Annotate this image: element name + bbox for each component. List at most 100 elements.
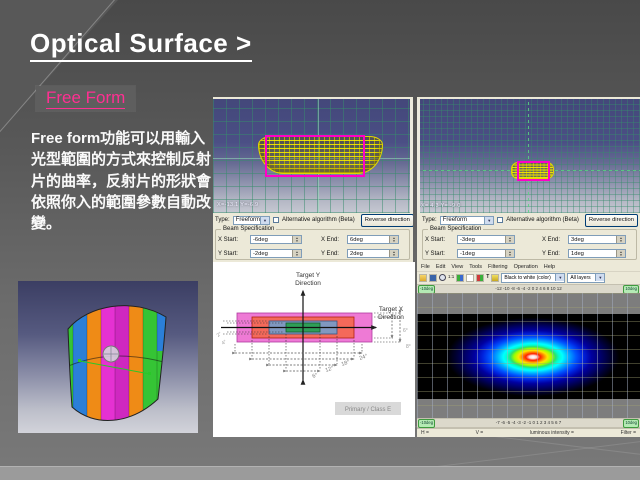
spinner-icon[interactable] xyxy=(505,250,514,257)
x-end-value: 3deg xyxy=(569,237,616,243)
save-icon[interactable] xyxy=(429,274,437,282)
beam-specification-title: Beam Specification xyxy=(428,226,483,232)
status-v: V = xyxy=(476,430,484,436)
spinner-icon[interactable] xyxy=(292,250,301,257)
range-chip-bottom-left: -10deg xyxy=(418,419,435,428)
palette-icon[interactable] xyxy=(476,274,484,282)
beam-specification-title: Beam Specification xyxy=(221,226,276,232)
freeform-panel-left: Type: Freeform Alternative algorithm (Be… xyxy=(213,213,413,262)
spinner-icon[interactable] xyxy=(616,250,625,257)
y-end-field[interactable]: 2deg xyxy=(347,249,399,258)
y-start-label: Y Start: xyxy=(218,251,250,257)
chevron-down-icon xyxy=(260,217,269,224)
class-button-label: Primary / Class E xyxy=(345,407,391,413)
freeform-tag-label: Free Form xyxy=(46,88,125,109)
menu-help[interactable]: Help xyxy=(544,264,555,270)
x-start-field[interactable]: -6deg xyxy=(250,235,302,244)
menu-filtering[interactable]: Filtering xyxy=(488,264,508,270)
range-chip-bottom-right: 10deg xyxy=(623,419,639,428)
colormap-dropdown[interactable]: Black to white (color) xyxy=(501,273,565,283)
freeform-panel-right: Type: Freeform Alternative algorithm (Be… xyxy=(417,213,640,262)
ruler-ticks-top: -12 -10 -8 -6 -4 -2 0 2 4 6 8 10 12 xyxy=(437,285,620,293)
slide-title: Optical Surface > xyxy=(30,28,252,62)
open-icon[interactable] xyxy=(419,274,427,282)
y-start-field[interactable]: -2deg xyxy=(250,249,302,258)
freeform-viewer-left: X=-13.1 Y=-6.9 Type: Freeform Alternativ… xyxy=(213,97,413,262)
dim-right-6deg-label: 6° xyxy=(403,328,408,334)
viewport-canvas-left[interactable]: X=-13.1 Y=-6.9 xyxy=(213,99,413,213)
menu-edit[interactable]: Edit xyxy=(436,264,445,270)
y-end-value: 2deg xyxy=(348,251,389,257)
toolbar: 1:1 T Black to white (color) All layers xyxy=(417,271,640,284)
dim-right-8deg-label: 8° xyxy=(406,344,411,350)
status-luminous-intensity: luminous intensity = xyxy=(530,430,574,436)
alternative-algorithm-label: Alternative algorithm (Beta) xyxy=(506,217,579,223)
menu-tools[interactable]: Tools xyxy=(469,264,482,270)
plot-grid-overlay xyxy=(417,293,640,420)
text-tool-icon[interactable]: T xyxy=(486,274,489,282)
menu-view[interactable]: View xyxy=(451,264,463,270)
dim-left-4deg-label: 4° xyxy=(221,339,228,347)
x-end-field[interactable]: 3deg xyxy=(568,235,626,244)
spinner-icon[interactable] xyxy=(292,236,301,243)
scrollbar[interactable] xyxy=(410,99,413,213)
presentation-slide: Optical Surface > Free Form Free form功能可… xyxy=(0,0,640,480)
reverse-direction-button[interactable]: Reverse direction xyxy=(361,214,413,227)
status-h: H = xyxy=(421,430,429,436)
surface-patch-view xyxy=(18,281,198,433)
selection-frame xyxy=(517,161,550,181)
x-start-field[interactable]: -3deg xyxy=(457,235,515,244)
layers-icon[interactable] xyxy=(456,274,464,282)
y-end-field[interactable]: 1deg xyxy=(568,249,626,258)
chevron-down-icon xyxy=(555,274,564,281)
cursor-coords-readout: X= 4.3 Y= -9.0 xyxy=(421,203,461,209)
menu-file[interactable]: File xyxy=(421,264,430,270)
y-start-value: -2deg xyxy=(251,251,292,257)
alternative-algorithm-checkbox[interactable] xyxy=(497,217,503,223)
reverse-direction-button[interactable]: Reverse direction xyxy=(585,214,638,227)
alternative-algorithm-checkbox[interactable] xyxy=(273,217,279,223)
intensity-plot-canvas[interactable] xyxy=(417,293,640,420)
beam-specification-group: Beam Specification X Start: -3deg X End:… xyxy=(422,229,637,260)
freeform-tag: Free Form xyxy=(36,86,135,111)
copy-icon[interactable] xyxy=(466,274,474,282)
menu-operation[interactable]: Operation xyxy=(514,264,538,270)
spinner-icon[interactable] xyxy=(389,250,398,257)
target-y-label-line2: Direction xyxy=(295,280,321,287)
cursor-coords-readout: X=-13.1 Y=-6.9 xyxy=(217,202,258,208)
y-start-label: Y Start: xyxy=(425,251,457,257)
x-end-value: 6deg xyxy=(348,237,389,243)
type-dropdown[interactable]: Freeform xyxy=(233,216,270,225)
type-dropdown-value: Freeform xyxy=(443,217,467,223)
type-dropdown[interactable]: Freeform xyxy=(440,216,495,225)
y-end-label: Y End: xyxy=(321,251,347,257)
x-start-label: X Start: xyxy=(218,237,250,243)
y-end-value: 1deg xyxy=(569,251,616,257)
key-icon[interactable] xyxy=(491,274,499,282)
x-end-field[interactable]: 6deg xyxy=(347,235,399,244)
x-start-value: -3deg xyxy=(458,237,505,243)
dim-6deg-label: 6° xyxy=(312,372,319,379)
target-x-label-line1: Target X xyxy=(379,306,404,313)
spinner-icon[interactable] xyxy=(616,236,625,243)
status-filter: Filter = xyxy=(621,430,636,436)
ruler-ticks-bottom: -7 -6 -5 -4 -3 -2 -1 0 1 2 3 4 5 6 7 xyxy=(437,419,620,427)
scrollbar[interactable] xyxy=(417,99,420,213)
alternative-algorithm-label: Alternative algorithm (Beta) xyxy=(282,217,355,223)
surface-patch-graphic xyxy=(18,281,198,433)
viewport-canvas-right[interactable]: X= 4.3 Y= -9.0 xyxy=(417,99,640,213)
target-direction-diagram: Target Y Direction Target X Direction xyxy=(213,262,415,437)
target-y-label-line1: Target Y xyxy=(296,272,321,279)
y-start-field[interactable]: -1deg xyxy=(457,249,515,258)
type-dropdown-value: Freeform xyxy=(236,217,260,223)
target-diagram-graphic: Target Y Direction Target X Direction xyxy=(213,262,415,437)
zoom-icon[interactable] xyxy=(439,274,446,281)
x-end-label: X End: xyxy=(542,237,568,243)
type-label: Type: xyxy=(215,217,230,223)
status-bar: H = V = luminous intensity = Filter = xyxy=(417,428,640,437)
spinner-icon[interactable] xyxy=(389,236,398,243)
spinner-icon[interactable] xyxy=(505,236,514,243)
dim-left-2deg-label: 2° xyxy=(216,331,223,339)
layers-dropdown[interactable]: All layers xyxy=(567,273,605,283)
one-to-one-button[interactable]: 1:1 xyxy=(448,274,454,282)
